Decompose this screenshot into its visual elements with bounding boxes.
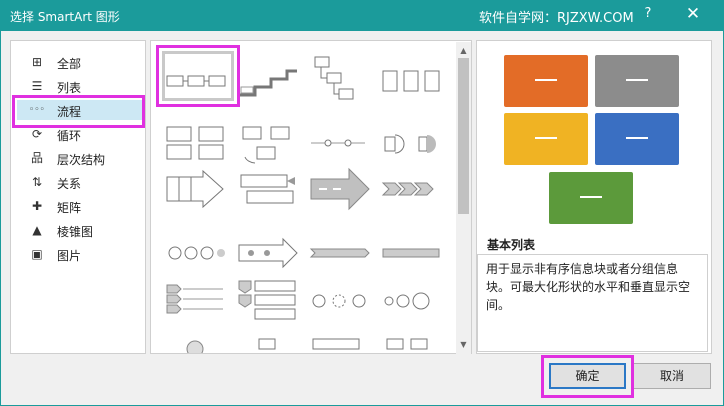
category-label: 图片: [57, 249, 82, 263]
preview-box-4: [595, 113, 679, 165]
layout-description: 用于显示非有序信息块或者分组信息块。可最大化形状的水平和垂直显示空间。: [477, 254, 708, 352]
category-all[interactable]: ⊞ 全部: [17, 52, 143, 72]
category-label: 矩阵: [57, 201, 82, 215]
pyramid-icon: ▲: [32, 223, 42, 237]
layout-segmented-process[interactable]: [381, 121, 443, 167]
list-icon: ☰: [31, 79, 43, 93]
title-bar: 选择 SmartArt 图形 软件自学网：RJZXW.COM ? ✕: [0, 0, 724, 31]
layout-block-arrow[interactable]: [309, 167, 371, 213]
layout-accent-process[interactable]: [237, 167, 299, 213]
layout-bubble-flow[interactable]: [381, 279, 443, 325]
category-pyramid[interactable]: ▲ 棱锥图: [17, 220, 143, 240]
layout-circular-flow[interactable]: [309, 279, 371, 325]
preview-box-2: [595, 55, 679, 107]
layout-continuous-arrow[interactable]: [237, 231, 299, 277]
category-list: ⊞ 全部 ☰ 列表 ◦◦◦ 流程 ⟳ 循环 品 层次结构 ⇅ 关系 ✚ 矩阵 ▲…: [10, 40, 146, 354]
category-cycle[interactable]: ⟳ 循环: [17, 124, 143, 144]
help-button[interactable]: ?: [641, 6, 655, 24]
category-label: 循环: [57, 129, 82, 143]
site-watermark: 软件自学网：RJZXW.COM: [479, 11, 634, 26]
category-label: 全部: [57, 57, 82, 71]
gallery-scrollbar[interactable]: ▲ ▼: [456, 42, 471, 354]
category-list-item[interactable]: ☰ 列表: [17, 76, 143, 96]
layout-basic-process[interactable]: [165, 59, 227, 105]
close-button[interactable]: ✕: [683, 4, 703, 26]
all-icon: ⊞: [31, 55, 43, 69]
category-process[interactable]: ◦◦◦ 流程: [17, 100, 143, 120]
layout-vertical-chevron-list[interactable]: [237, 279, 299, 325]
ok-button[interactable]: 确定: [549, 363, 626, 389]
category-picture[interactable]: ▣ 图片: [17, 244, 143, 264]
layout-alternating-flow[interactable]: [165, 121, 227, 167]
category-matrix[interactable]: ✚ 矩阵: [17, 196, 143, 216]
layout-name: 基本列表: [487, 238, 536, 252]
preview-box-3: [504, 113, 588, 165]
layout-gear-process[interactable]: [165, 335, 227, 353]
process-icon: ◦◦◦: [29, 105, 45, 115]
layout-staggered-process[interactable]: [381, 335, 443, 353]
layout-repeating-bending-process[interactable]: [237, 121, 299, 167]
picture-icon: ▣: [31, 247, 43, 261]
layout-circle-process[interactable]: [309, 121, 371, 167]
scroll-down-icon[interactable]: ▼: [456, 338, 471, 352]
category-relationship[interactable]: ⇅ 关系: [17, 172, 143, 192]
window-title: 选择 SmartArt 图形: [10, 10, 120, 24]
matrix-icon: ✚: [31, 199, 43, 213]
layout-stacked-chevrons[interactable]: [165, 279, 227, 325]
relationship-icon: ⇅: [31, 175, 43, 189]
category-label: 列表: [57, 81, 82, 95]
layout-hierarchy-process[interactable]: [309, 53, 371, 100]
layout-bar-list[interactable]: [381, 231, 443, 277]
layout-arrow-process[interactable]: [165, 167, 227, 213]
layout-chevron-list[interactable]: [309, 231, 371, 277]
layout-circle-flow[interactable]: [165, 231, 227, 277]
preview-box-1: [504, 55, 588, 107]
scroll-thumb[interactable]: [458, 58, 469, 214]
layout-gallery: ▲ ▼: [150, 40, 472, 354]
hierarchy-icon: 品: [30, 151, 43, 165]
layout-vertical-step-process[interactable]: [381, 59, 443, 105]
cycle-icon: ⟳: [31, 127, 43, 141]
layout-step-up-process[interactable]: [237, 59, 299, 105]
cancel-button[interactable]: 取消: [633, 363, 711, 389]
category-label: 流程: [57, 105, 82, 119]
layout-funnel-process[interactable]: [237, 335, 299, 353]
layout-timeline-process[interactable]: [309, 335, 371, 353]
category-label: 棱锥图: [57, 225, 94, 239]
preview-box-5: [549, 172, 633, 224]
layout-chevron-process[interactable]: [381, 167, 443, 213]
category-label: 层次结构: [57, 153, 106, 167]
scroll-up-icon[interactable]: ▲: [456, 44, 471, 58]
category-label: 关系: [57, 177, 82, 191]
category-hierarchy[interactable]: 品 层次结构: [17, 148, 143, 168]
